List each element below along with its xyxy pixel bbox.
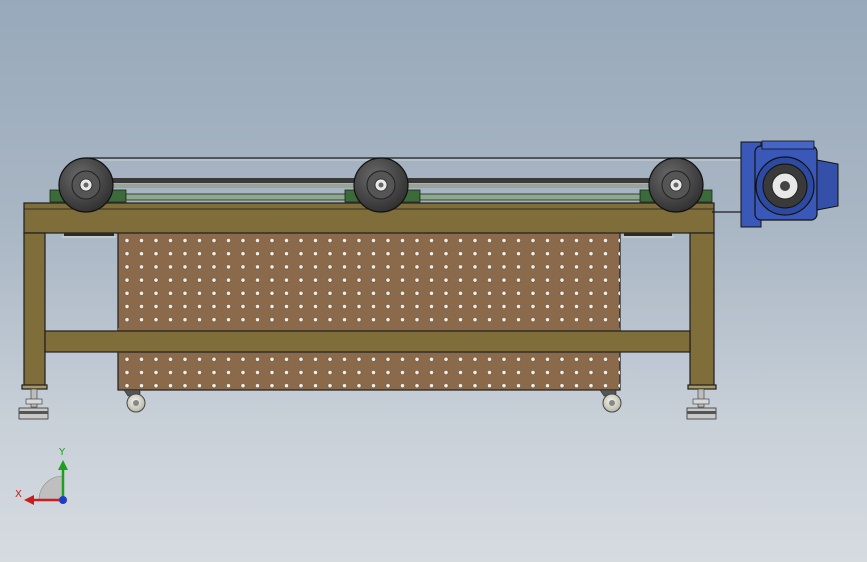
pulley-right: [648, 157, 704, 213]
right-leg-cap: [687, 384, 717, 390]
model-view[interactable]: Y X: [0, 0, 867, 562]
pulley-center: [353, 157, 409, 213]
caster-right: [599, 389, 622, 413]
y-axis-label: Y: [58, 447, 66, 458]
caster-left: [123, 389, 146, 413]
triad-plane-icon: [38, 475, 64, 501]
leveling-foot-right: [686, 388, 717, 420]
z-axis-dot: [59, 496, 67, 504]
right-leg: [689, 232, 715, 387]
gear-motor: [740, 140, 839, 228]
left-leg: [23, 232, 46, 387]
x-axis-label: X: [15, 489, 22, 500]
perforated-panel: [117, 231, 621, 391]
pulley-left: [58, 157, 114, 213]
leveling-foot-left: [18, 388, 49, 420]
left-leg-cap: [21, 384, 48, 390]
graphics-viewport[interactable]: Y X: [0, 0, 867, 562]
coordinate-triad: Y X: [15, 447, 68, 505]
lower-crossbeam: [44, 330, 691, 353]
